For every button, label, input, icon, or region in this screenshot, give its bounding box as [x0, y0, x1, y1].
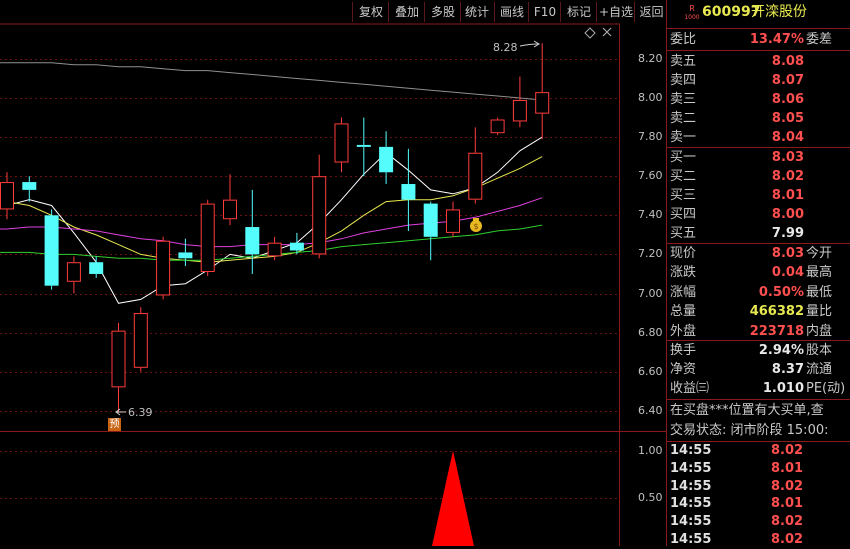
- stock-header[interactable]: R 1000 600997 开滦股份: [667, 3, 850, 25]
- ask-row[interactable]: 卖二 8.05: [667, 109, 850, 128]
- marquee-text: 在买盘***位置有大买单,查: [670, 403, 824, 418]
- bid-row[interactable]: 买五 7.99: [667, 224, 850, 243]
- price-tick-label: 7.60: [638, 169, 663, 183]
- candle-up: [0, 182, 14, 210]
- candle-down: [289, 242, 304, 251]
- candle-up: [468, 152, 483, 200]
- price-tick-label: 6.40: [638, 403, 663, 417]
- bid-price: 8.03: [771, 150, 804, 165]
- bid-row[interactable]: 买二 8.02: [667, 167, 850, 186]
- ask-row[interactable]: 卖五 8.08: [667, 52, 850, 71]
- quote-row: 涨跌 0.04 最高: [670, 265, 833, 281]
- ask-row[interactable]: 卖四 8.07: [667, 71, 850, 90]
- candle-up: [111, 330, 126, 388]
- diamond-icon[interactable]: [584, 27, 596, 39]
- finance-row: 净资 8.37 流通: [670, 362, 833, 377]
- high-label: 8.28: [493, 41, 518, 54]
- tick-row: 14:55 8.02: [670, 478, 804, 494]
- bid-price: 8.02: [771, 169, 804, 184]
- candle-up: [156, 240, 171, 296]
- candle-down: [379, 146, 394, 173]
- candle-up: [334, 123, 349, 163]
- finance-row: 换手 2.94% 股本: [670, 343, 833, 358]
- quote-panel: R 1000 600997 开滦股份 委比 13.47% 委差 卖五 8.08 卖四 8…: [667, 0, 850, 547]
- candle-up: [200, 203, 215, 272]
- price-tick-label: 7.20: [638, 247, 663, 261]
- bid-row[interactable]: 买一 8.03: [667, 148, 850, 167]
- price-tick-label: 7.80: [638, 130, 663, 144]
- bid-price: 7.99: [771, 226, 804, 241]
- candle-up: [446, 209, 460, 233]
- candle-down: [178, 252, 193, 259]
- bid-row[interactable]: 买三 8.01: [667, 186, 850, 205]
- tick-row: 14:55 8.01: [670, 460, 804, 476]
- ask-row[interactable]: 卖三 8.06: [667, 90, 850, 109]
- tick-row: 14:55 8.02: [670, 443, 804, 458]
- bid-row[interactable]: 买四 8.00: [667, 205, 850, 224]
- close-icon[interactable]: [602, 27, 612, 37]
- ask-price: 8.06: [771, 92, 804, 107]
- ma-line-long: [0, 62, 543, 101]
- finance-row: 收益㈢ 1.010 PE(动): [670, 381, 846, 396]
- price-tick-label: 8.20: [638, 51, 663, 65]
- ask-price: 8.07: [771, 73, 804, 88]
- kline-chart[interactable]: $: [0, 0, 667, 546]
- stock-name: 开滦股份: [751, 4, 807, 20]
- candle-up: [312, 176, 327, 255]
- price-tick-label: 8.00: [638, 91, 663, 104]
- weibi-row: 委比 13.47% 委差: [670, 32, 833, 47]
- candle-down: [401, 184, 416, 200]
- bid-price: 8.00: [771, 207, 804, 222]
- candle-up: [133, 313, 148, 368]
- ask-price: 8.08: [771, 54, 804, 69]
- trade-status: 交易状态: 闭市阶段 15:00:: [670, 423, 829, 438]
- candle-up: [512, 99, 527, 122]
- price-tick-label: 7.00: [638, 286, 663, 300]
- ask-price: 8.04: [771, 130, 804, 145]
- r-badge: R 1000: [684, 4, 700, 22]
- candle-up: [535, 92, 550, 114]
- tick-row: 14:55 8.02: [670, 514, 804, 530]
- ask-row[interactable]: 卖一 8.04: [667, 128, 850, 147]
- candle-down: [245, 227, 260, 255]
- candle-down: [89, 262, 104, 274]
- low-label: 6.39: [128, 406, 153, 419]
- bid-price: 8.01: [771, 188, 804, 203]
- signal-arrow: [432, 450, 474, 546]
- quote-row: 涨幅 0.50% 最低: [670, 284, 833, 300]
- indicator-panel: [432, 450, 474, 546]
- candle-down: [356, 144, 371, 147]
- quote-row: 外盘 223718 内盘: [670, 323, 833, 339]
- candle-up: [490, 119, 505, 134]
- svg-text:$: $: [473, 222, 478, 231]
- pre-badge: 预: [108, 418, 121, 431]
- price-tick-label: 7.40: [638, 208, 663, 222]
- candle-up: [66, 262, 81, 282]
- tick-row: 14:55 8.01: [670, 496, 804, 512]
- indicator-tick-label: 1.00: [638, 443, 663, 457]
- candle-down: [44, 215, 59, 286]
- money-bag-icon[interactable]: $: [470, 218, 482, 232]
- ask-price: 8.05: [771, 111, 804, 126]
- candle-up: [223, 199, 237, 220]
- ma-line-magenta: [0, 197, 543, 248]
- price-tick-label: 6.80: [638, 325, 663, 339]
- indicator-tick-label: 0.50: [638, 491, 663, 505]
- quote-row: 总量 466382 量比: [670, 304, 833, 320]
- stock-terminal: 复权 叠加 多股 统计 画线 F10 标记 +自选 返回 $ 8.28 6.39…: [0, 0, 850, 547]
- quote-row: 现价 8.03 今开: [670, 246, 833, 261]
- price-tick-label: 6.60: [638, 364, 663, 378]
- chart-grid: [0, 59, 619, 499]
- candle-down: [423, 203, 438, 237]
- tick-row: 14:55 8.02: [670, 532, 804, 547]
- candle-down: [22, 182, 37, 190]
- candle-up: [267, 242, 282, 257]
